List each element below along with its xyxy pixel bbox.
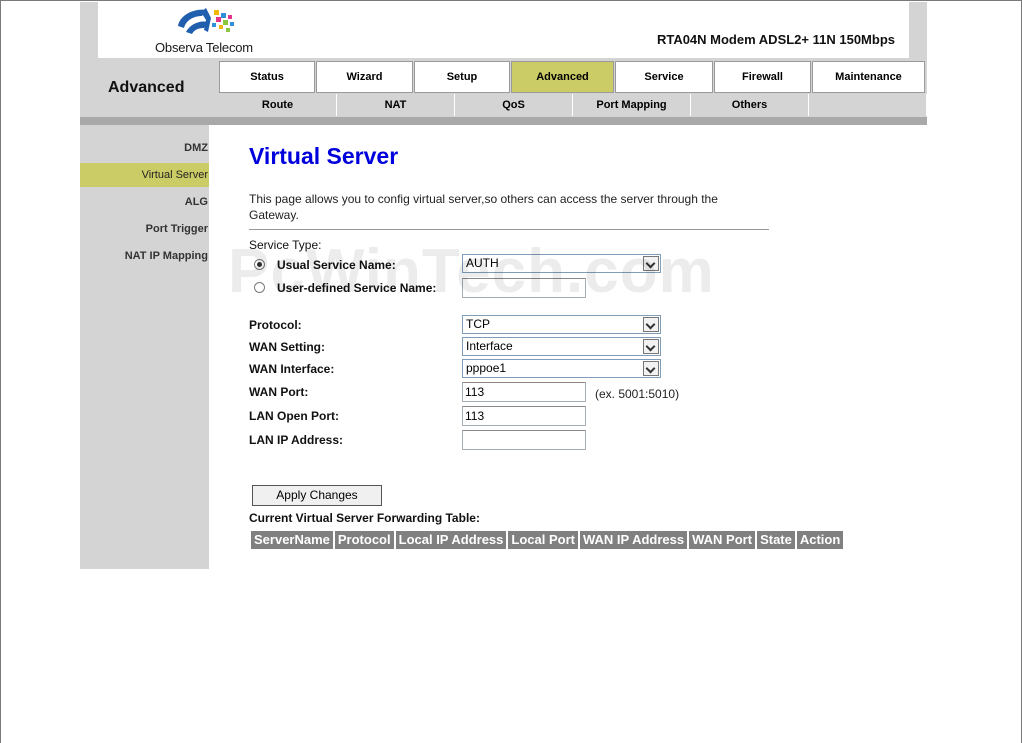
tab-setup[interactable]: Setup (414, 61, 510, 93)
service-type-label: Service Type: (249, 238, 322, 252)
wan-setting-select[interactable]: Interface (462, 337, 661, 356)
user-defined-service-input[interactable] (462, 278, 586, 298)
tab-status[interactable]: Status (219, 61, 315, 93)
usual-service-radio[interactable] (254, 259, 265, 270)
column-header: WAN Port (689, 531, 756, 549)
usual-service-select[interactable]: AUTH (462, 254, 661, 273)
window-border-left (0, 0, 1, 743)
subtab-empty (809, 94, 927, 116)
wan-setting-value: Interface (466, 339, 513, 353)
window-border-top (0, 0, 1022, 1)
wan-interface-value: pppoe1 (466, 361, 507, 375)
usual-service-value: AUTH (466, 256, 499, 270)
subtab-others[interactable]: Others (691, 94, 809, 116)
lan-open-port-label: LAN Open Port: (249, 409, 339, 423)
wan-port-label: WAN Port: (249, 385, 309, 399)
section-title: Advanced (108, 79, 185, 96)
subtab-nat[interactable]: NAT (337, 94, 455, 116)
page-description: This page allows you to config virtual s… (249, 192, 718, 222)
chevron-down-icon (643, 317, 659, 332)
lan-ip-address-input[interactable] (462, 430, 586, 450)
sidebar-item-port-trigger[interactable]: Port Trigger (80, 217, 209, 241)
sidebar-item-virtual-server[interactable]: Virtual Server (80, 163, 209, 187)
tab-service[interactable]: Service (615, 61, 713, 93)
column-header: Protocol (334, 531, 394, 549)
tab-maintenance[interactable]: Maintenance (812, 61, 925, 93)
usual-service-label: Usual Service Name: (277, 258, 396, 272)
brand-name: Observa Telecom (155, 40, 253, 55)
subtab-qos[interactable]: QoS (455, 94, 573, 116)
tab-advanced[interactable]: Advanced (511, 61, 614, 93)
column-header: State (757, 531, 795, 549)
protocol-value: TCP (466, 317, 490, 331)
column-header: ServerName (251, 531, 333, 549)
apply-changes-button[interactable]: Apply Changes (252, 485, 382, 506)
header-divider (80, 117, 927, 125)
wan-interface-select[interactable]: pppoe1 (462, 359, 661, 378)
sidebar-item-alg[interactable]: ALG (80, 190, 209, 214)
sidebar-item-dmz[interactable]: DMZ (80, 136, 209, 160)
tab-wizard[interactable]: Wizard (316, 61, 413, 93)
wan-setting-label: WAN Setting: (249, 340, 325, 354)
user-defined-service-radio[interactable] (254, 282, 265, 293)
chevron-down-icon (643, 256, 659, 271)
subtab-route[interactable]: Route (219, 94, 337, 116)
user-defined-service-label: User-defined Service Name: (277, 281, 437, 295)
wan-interface-label: WAN Interface: (249, 362, 335, 376)
forwarding-table-header: ServerName Protocol Local IP Address Loc… (251, 531, 845, 549)
main-nav: Status Wizard Setup Advanced Service Fir… (219, 61, 926, 93)
chevron-down-icon (643, 339, 659, 354)
wan-port-hint: (ex. 5001:5010) (595, 387, 680, 401)
page-title: Virtual Server (249, 143, 399, 169)
subtab-port-mapping[interactable]: Port Mapping (573, 94, 691, 116)
column-header: Action (796, 531, 844, 549)
column-header: Local Port (508, 531, 578, 549)
sub-nav: Route NAT QoS Port Mapping Others (219, 94, 927, 116)
column-header: Local IP Address (395, 531, 507, 549)
protocol-label: Protocol: (249, 318, 302, 332)
sidebar: DMZ Virtual Server ALG Port Trigger NAT … (80, 125, 209, 569)
table-title: Current Virtual Server Forwarding Table: (249, 511, 480, 525)
wan-port-input[interactable] (462, 382, 586, 402)
protocol-select[interactable]: TCP (462, 315, 661, 334)
tab-firewall[interactable]: Firewall (714, 61, 811, 93)
column-header: WAN IP Address (579, 531, 688, 549)
description-divider (249, 229, 769, 230)
sidebar-item-nat-ip-mapping[interactable]: NAT IP Mapping (80, 244, 209, 268)
lan-open-port-input[interactable] (462, 406, 586, 426)
lan-ip-address-label: LAN IP Address: (249, 433, 344, 447)
chevron-down-icon (643, 361, 659, 376)
model-name: RTA04N Modem ADSL2+ 11N 150Mbps (656, 32, 895, 47)
